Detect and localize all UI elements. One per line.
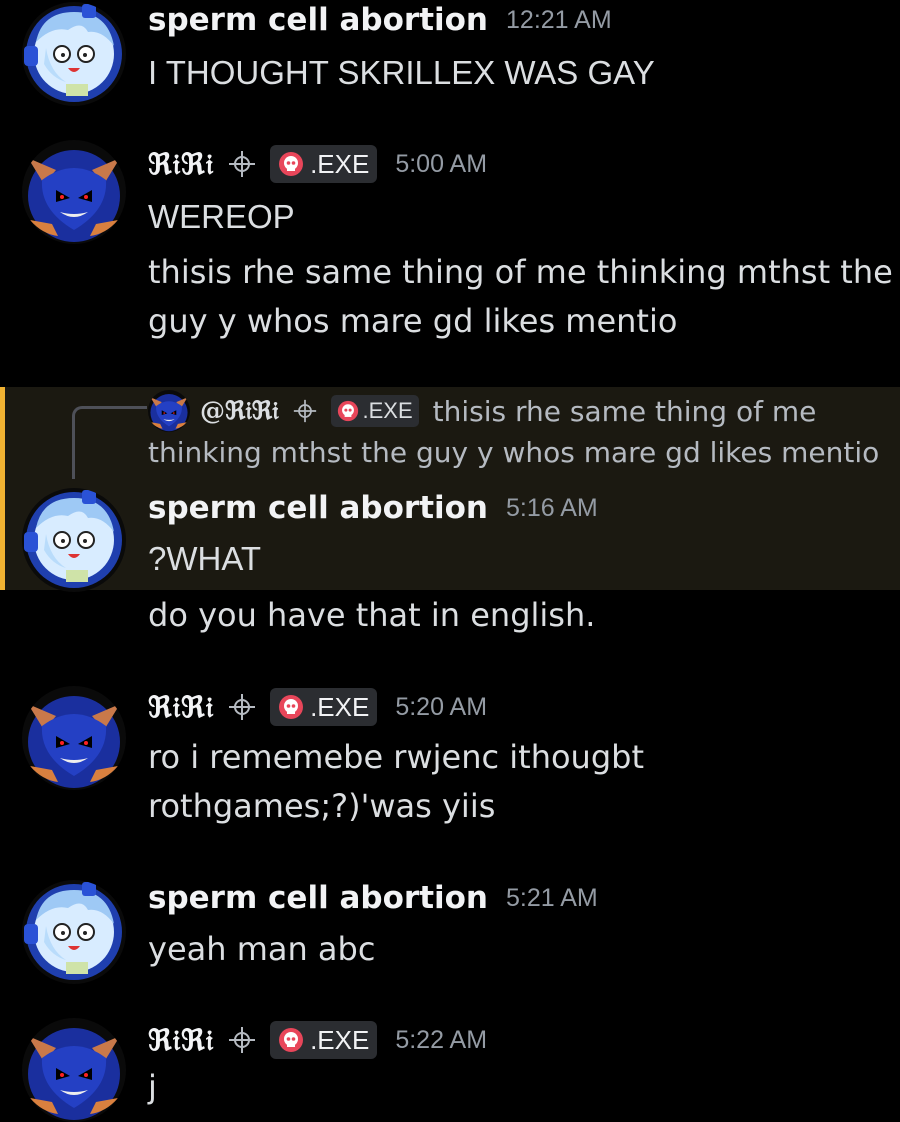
server-tag[interactable]: .EXE: [270, 688, 378, 726]
skull-icon: [337, 400, 359, 422]
message-text: WEREOP: [148, 198, 295, 235]
tag-label: .EXE: [310, 1024, 370, 1055]
anime-girl-avatar-icon[interactable]: [22, 488, 126, 592]
sonic-exe-avatar-icon: [148, 390, 190, 432]
message-text: ?WHAT: [148, 540, 262, 577]
username[interactable]: ℜ𝔦ℜ𝔦: [148, 690, 214, 725]
server-tag: .EXE: [330, 395, 419, 427]
crosshair-icon: [293, 399, 317, 423]
message-text: ro i rememebe rwjenc ithougbt: [148, 738, 644, 776]
crosshair-icon: [228, 150, 256, 178]
username[interactable]: ℜ𝔦ℜ𝔦: [148, 1023, 214, 1058]
message-text: guy y whos mare gd likes mentio: [148, 302, 678, 340]
mention-bar: [0, 387, 5, 590]
timestamp: 5:22 AM: [395, 1025, 488, 1054]
sonic-exe-avatar-icon[interactable]: [22, 1018, 126, 1122]
anime-girl-avatar-icon[interactable]: [22, 2, 126, 106]
message-text: do you have that in english.: [148, 596, 596, 634]
message-text: I THOUGHT SKRILLEX WAS GAY: [148, 54, 655, 91]
reply-text: thinking mthst the guy y whos mare gd li…: [148, 436, 880, 469]
timestamp: 5:20 AM: [395, 692, 488, 721]
username[interactable]: sperm cell abortion: [148, 880, 488, 916]
tag-label: .EXE: [362, 398, 413, 423]
timestamp: 5:16 AM: [506, 493, 598, 522]
skull-icon: [278, 151, 304, 177]
tag-label: .EXE: [310, 691, 370, 722]
message-text: rothgames;?)'was yiis: [148, 787, 496, 825]
tag-label: .EXE: [310, 148, 370, 179]
reply-mention[interactable]: @ℜ𝔦ℜ𝔦: [200, 396, 279, 426]
crosshair-icon: [228, 693, 256, 721]
timestamp: 5:21 AM: [506, 883, 598, 912]
skull-icon: [278, 694, 304, 720]
reply-text: thisis rhe same thing of me: [432, 394, 817, 428]
sonic-exe-avatar-icon[interactable]: [22, 140, 126, 244]
reply-preview[interactable]: @ℜ𝔦ℜ𝔦 .EXE thisis rhe same thing of me: [148, 390, 816, 432]
username[interactable]: ℜ𝔦ℜ𝔦: [148, 147, 214, 182]
message-text: j: [148, 1068, 157, 1106]
sonic-exe-avatar-icon[interactable]: [22, 686, 126, 790]
timestamp: 12:21 AM: [506, 5, 612, 34]
anime-girl-avatar-icon[interactable]: [22, 880, 126, 984]
server-tag[interactable]: .EXE: [270, 145, 378, 183]
message-text: thisis rhe same thing of me thinking mth…: [148, 253, 893, 291]
timestamp: 5:00 AM: [395, 149, 488, 178]
username[interactable]: sperm cell abortion: [148, 490, 488, 526]
server-tag[interactable]: .EXE: [270, 1021, 378, 1059]
message-text: yeah man abc: [148, 930, 376, 968]
crosshair-icon: [228, 1026, 256, 1054]
reply-connector: [72, 406, 147, 479]
username[interactable]: sperm cell abortion: [148, 2, 488, 38]
skull-icon: [278, 1027, 304, 1053]
